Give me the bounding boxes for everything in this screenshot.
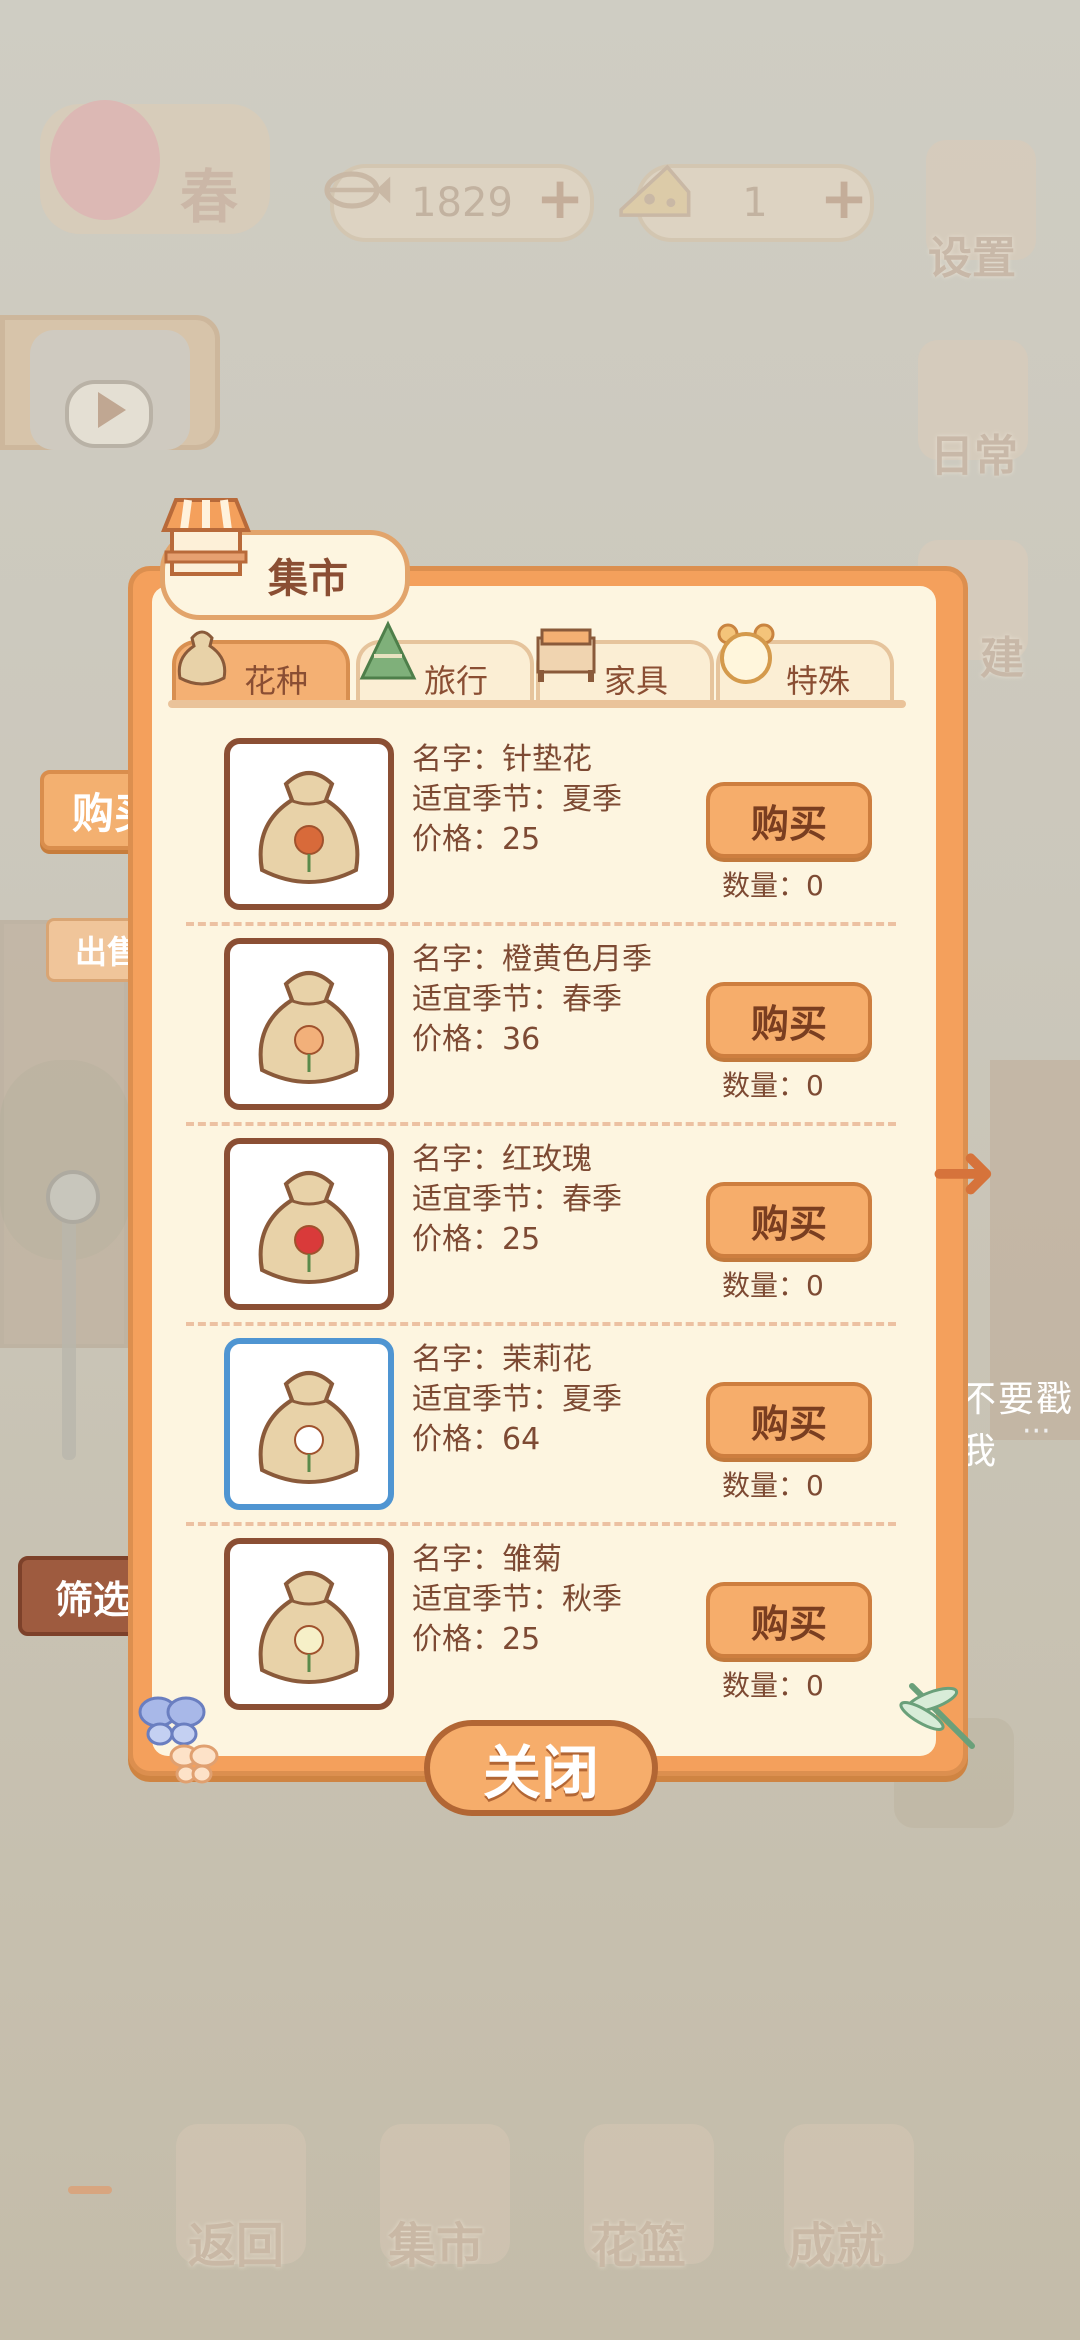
nav-achievement-label: 成就 (788, 2218, 885, 2274)
cheese-add-button[interactable]: + (816, 164, 872, 232)
street-lamp-head (46, 1170, 100, 1224)
flower-mark (294, 1225, 324, 1255)
fish-add-button[interactable]: + (532, 164, 588, 232)
close-button[interactable]: 关闭 (424, 1720, 658, 1816)
flower-mark (294, 1425, 324, 1455)
buy-button[interactable]: 购买 (706, 982, 872, 1058)
side-hint-dots: ··· (1022, 1414, 1051, 1449)
daily-label: 日常 (930, 431, 1018, 482)
quantity-label: 数量：0 (722, 1269, 824, 1302)
small-butterfly-icon (169, 1744, 219, 1784)
dragonfly-icon (899, 1683, 975, 1749)
flower-mark (294, 1625, 324, 1655)
seed-season: 适宜季节：秋季 (412, 1582, 622, 1617)
seed-bag-icon (258, 971, 360, 1084)
flower-mark (294, 1025, 324, 1055)
zongzi-icon (359, 620, 417, 680)
seed-season: 适宜季节：夏季 (412, 782, 622, 817)
row-divider (186, 1322, 896, 1326)
nav-basket-label: 花篮 (590, 2218, 687, 2274)
seed-bag-icon (258, 1571, 360, 1684)
fish-bone-icon (312, 150, 392, 230)
seed-price: 价格：25 (412, 822, 541, 857)
row-divider (186, 922, 896, 926)
side-hint-text: 不要戳我 (960, 1379, 1075, 1472)
nav-market-label: 集市 (388, 2218, 485, 2274)
buy-button[interactable]: 购买 (706, 782, 872, 858)
seed-card[interactable] (224, 1338, 394, 1510)
tab-special-label: 特殊 (786, 662, 851, 700)
quantity-label: 数量：0 (722, 1469, 824, 1502)
seed-name: 名字：针垫花 (412, 742, 592, 777)
market-title: 集市 (268, 556, 348, 602)
buy-button[interactable]: 购买 (706, 1582, 872, 1658)
build-label: 建 (980, 633, 1024, 684)
cheese-icon (614, 152, 694, 232)
quantity-label: 数量：0 (722, 1669, 824, 1702)
buy-button[interactable]: 购买 (706, 1382, 872, 1458)
play-icon (98, 392, 126, 428)
seed-bag-icon (258, 1171, 360, 1284)
seed-price: 价格：36 (412, 1022, 541, 1057)
seed-name: 名字：茉莉花 (412, 1342, 592, 1377)
seed-season: 适宜季节：春季 (412, 1182, 622, 1217)
tab-seeds-label: 花种 (244, 662, 309, 700)
fish-count: 1829 (411, 180, 513, 226)
seed-card[interactable] (224, 938, 394, 1110)
tab-travel-label: 旅行 (424, 662, 489, 700)
row-divider (186, 1522, 896, 1526)
alarm-clock-icon (717, 623, 775, 684)
settings-label: 设置 (928, 233, 1016, 284)
seed-season: 适宜季节：夏季 (412, 1382, 622, 1417)
market-stall-icon (161, 498, 251, 576)
seed-name: 名字：雏菊 (412, 1542, 562, 1577)
seed-price: 价格：25 (412, 1222, 541, 1257)
season-label: 春 (180, 163, 239, 231)
seed-card[interactable] (224, 738, 394, 910)
seed-card[interactable] (224, 1538, 394, 1710)
row-divider (186, 1122, 896, 1126)
bed-icon (536, 628, 596, 682)
seed-season: 适宜季节：春季 (412, 982, 622, 1017)
cherry-tree-icon (50, 100, 160, 220)
seed-name: 名字：红玫瑰 (412, 1142, 592, 1177)
buy-button[interactable]: 购买 (706, 1182, 872, 1258)
quantity-label: 数量：0 (722, 1069, 824, 1102)
seed-bag-icon (258, 1371, 360, 1484)
cheese-count: 1 (742, 180, 768, 226)
next-page-arrow[interactable]: ➜ (930, 1132, 1010, 1212)
flower-mark (294, 825, 324, 855)
quantity-label: 数量：0 (722, 869, 824, 902)
nav-back-label: 返回 (188, 2218, 285, 2274)
seed-name: 名字：橙黄色月季 (412, 942, 652, 977)
bottom-dash (68, 2186, 112, 2194)
seed-price: 价格：25 (412, 1622, 541, 1657)
seed-bag-icon (177, 630, 227, 686)
seed-bag-icon (258, 771, 360, 884)
seed-price: 价格：64 (412, 1422, 541, 1457)
seed-card[interactable] (224, 1138, 394, 1310)
tab-furniture-label: 家具 (604, 662, 669, 700)
